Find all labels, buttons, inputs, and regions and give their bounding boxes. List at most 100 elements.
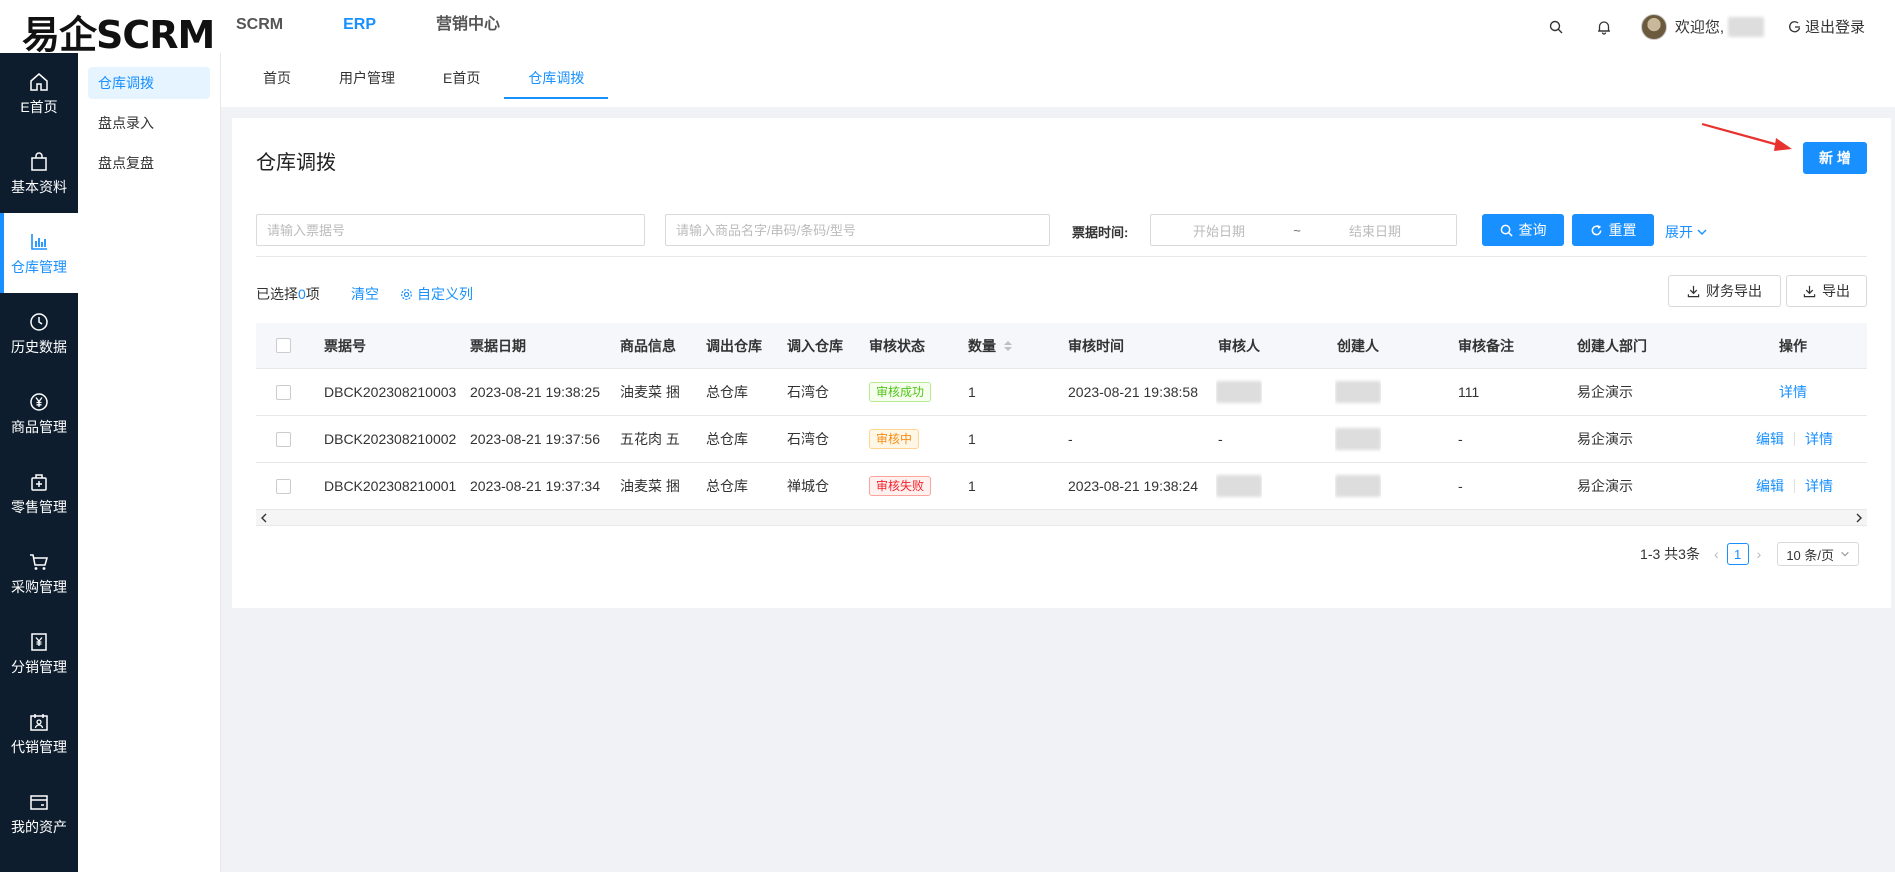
detail-link[interactable]: 详情 [1805,476,1833,496]
sidebar-item-basic-info[interactable]: 基本资料 [0,133,78,213]
header-actions: 欢迎您, 退出登录 [1545,0,1865,53]
chevron-down-icon [1697,229,1707,235]
add-button[interactable]: 新 增 [1803,142,1867,174]
search-icon[interactable] [1545,16,1567,38]
row-actions: 详情 [1779,369,1807,415]
finance-export-label: 财务导出 [1706,283,1762,299]
sidebar-item-label: 历史数据 [11,338,67,355]
end-date-placeholder[interactable]: 结束日期 [1307,221,1443,240]
selection-suffix: 项 [305,286,320,302]
start-date-placeholder[interactable]: 开始日期 [1151,221,1287,240]
search-icon [1500,224,1513,237]
edit-link[interactable]: 编辑 [1756,429,1784,449]
col-product-info: 商品信息 [620,337,676,354]
expand-toggle[interactable]: 展开 [1665,222,1708,242]
content-card: 仓库调拨 新 增 票据时间: 开始日期 ~ 结束日期 查询 重置 展开 已选择0… [232,118,1891,608]
finance-export-button[interactable]: 财务导出 [1668,275,1781,307]
row-checkbox[interactable] [276,369,291,415]
ticket-number-input[interactable] [256,214,645,246]
horizontal-scrollbar[interactable] [256,510,1867,526]
creator-dept: 易企演示 [1577,478,1633,494]
sidebar-item-distribution[interactable]: 分销管理 [0,613,78,693]
query-button[interactable]: 查询 [1482,214,1564,246]
row-checkbox[interactable] [276,416,291,462]
sidebar-item-retail[interactable]: 零售管理 [0,453,78,533]
next-page-icon[interactable]: › [1757,546,1762,562]
sidebar-item-warehouse[interactable]: 仓库管理 [0,213,78,293]
selection-count: 0 [298,286,306,302]
product-search-input[interactable] [665,214,1050,246]
export-button[interactable]: 导出 [1786,275,1867,307]
tab-warehouse-transfer[interactable]: 仓库调拨 [504,53,609,107]
custom-columns-label: 自定义列 [417,286,473,302]
audit-note: 111 [1458,384,1480,400]
sidebar-item-assets[interactable]: 我的资产 [0,773,78,853]
sidebar-item-e-home[interactable]: E首页 [0,53,78,133]
table-row: DBCK202308210002 2023-08-21 19:37:56 五花肉… [256,416,1867,463]
page-size-select[interactable]: 10 条/页 [1777,542,1859,566]
audit-time: 2023-08-21 19:38:24 [1068,478,1198,494]
sort-icon[interactable] [1004,340,1012,351]
query-button-label: 查询 [1518,222,1547,238]
out-warehouse: 总仓库 [706,478,748,494]
ticket-number: DBCK202308210003 [324,384,457,400]
download-icon [1803,285,1816,297]
sidebar-item-label: 采购管理 [11,578,67,595]
sidebar-item-label: 仓库管理 [11,258,67,275]
page-title: 仓库调拨 [256,152,336,174]
product-info: 油麦菜 捆 [620,384,680,400]
red-arrow-annotation [1701,122,1792,151]
ticket-date: 2023-08-21 19:38:25 [470,384,600,400]
clear-selection-link[interactable]: 清空 [351,284,379,304]
audit-note: - [1458,431,1463,447]
topnav-scrm[interactable]: SCRM [236,0,283,53]
top-header: 易企SCRM SCRM ERP 营销中心 欢迎您, 退出登录 [0,0,1895,57]
edit-link[interactable]: 编辑 [1756,476,1784,496]
prev-page-icon[interactable]: ‹ [1714,546,1719,562]
sidebar-item-history[interactable]: 历史数据 [0,293,78,373]
page-number-current[interactable]: 1 [1726,543,1749,565]
creator-blurred [1335,369,1381,415]
main-sidebar: E首页 基本资料 仓库管理 历史数据 商品管理 零售管理 采购管理 分销管理 代… [0,53,78,872]
table-header: 票据号 票据日期 商品信息 调出仓库 调入仓库 审核状态 数量 审核时间 审核人… [256,323,1867,369]
chevron-down-icon [1841,551,1849,557]
detail-link[interactable]: 详情 [1779,382,1807,402]
date-range-picker[interactable]: 开始日期 ~ 结束日期 [1150,214,1457,246]
page-size-label: 10 条/页 [1786,547,1834,563]
out-warehouse: 总仓库 [706,384,748,400]
download-icon [1687,285,1700,297]
submenu-item-transfer[interactable]: 仓库调拨 [88,67,210,99]
product-info: 油麦菜 捆 [620,478,680,494]
detail-link[interactable]: 详情 [1805,429,1833,449]
select-all-checkbox[interactable] [276,323,291,368]
chevron-left-icon[interactable] [259,513,269,523]
sidebar-item-consignment[interactable]: 代销管理 [0,693,78,773]
tab-home[interactable]: 首页 [239,53,315,107]
col-quantity[interactable]: 数量 [968,323,1012,368]
custom-columns-link[interactable]: 自定义列 [400,284,473,304]
chevron-right-icon[interactable] [1854,513,1864,523]
refresh-icon [1591,224,1601,235]
row-checkbox[interactable] [276,463,291,509]
status-badge: 审核中 [869,429,920,449]
topnav-erp[interactable]: ERP [343,0,376,53]
sidebar-item-purchase[interactable]: 采购管理 [0,533,78,613]
logout-button[interactable]: 退出登录 [1788,16,1865,37]
bell-icon[interactable] [1593,16,1615,38]
app-logo[interactable]: 易企SCRM [22,4,215,59]
pagination-summary: 1-3 共3条 [1640,546,1700,562]
page-tabs: 首页 用户管理 E首页 仓库调拨 [221,53,1895,107]
sidebar-item-products[interactable]: 商品管理 [0,373,78,453]
tab-e-home[interactable]: E首页 [419,53,504,107]
submenu-item-stocktake-review[interactable]: 盘点复盘 [88,147,210,179]
col-out-warehouse: 调出仓库 [706,337,762,354]
in-warehouse: 石湾仓 [787,431,829,447]
tab-user-management[interactable]: 用户管理 [315,53,419,107]
date-range-separator: ~ [1293,222,1301,238]
reset-button[interactable]: 重置 [1572,214,1654,246]
ticket-number: DBCK202308210002 [324,431,457,447]
topnav-marketing[interactable]: 营销中心 [436,0,500,53]
logout-icon [1789,20,1801,32]
avatar[interactable] [1640,13,1667,40]
submenu-item-stocktake-entry[interactable]: 盘点录入 [88,107,210,139]
